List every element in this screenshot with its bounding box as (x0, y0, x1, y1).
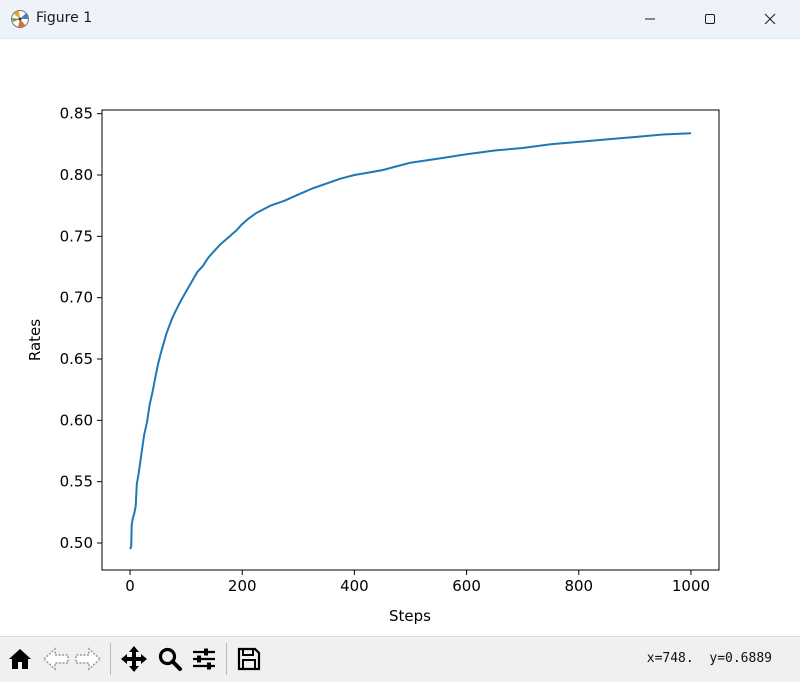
line-chart: 0 200 400 600 800 1000 0.500.550.600.650.700.… (26, 105, 720, 625)
save-button[interactable] (233, 643, 265, 675)
back-button[interactable] (40, 643, 72, 675)
home-button[interactable] (4, 643, 36, 675)
floppy-disk-icon (237, 647, 261, 671)
y-axis: 0.50 0.55 0.60 0.65 0.70 0.75 0.80 0.85 (60, 105, 102, 552)
magnifier-icon (158, 647, 182, 671)
home-icon (9, 649, 31, 669)
forward-button[interactable] (72, 643, 104, 675)
navigation-toolbar: x=748. y=0.6889 (0, 636, 800, 682)
y-tick-label: 0.80 (60, 166, 93, 184)
minimize-icon (645, 18, 655, 20)
window-title: Figure 1 (36, 10, 93, 26)
pan-button[interactable] (118, 643, 150, 675)
close-icon (764, 13, 776, 25)
matplotlib-icon (10, 9, 30, 29)
y-tick-label: 0.70 (60, 289, 93, 307)
configure-subplots-button[interactable] (188, 643, 220, 675)
y-tick-label: 0.65 (60, 350, 93, 368)
y-tick-label: 0.50 (60, 534, 93, 552)
plot-area (102, 110, 719, 570)
x-axis: 0 200 400 600 800 1000 (125, 570, 710, 595)
x-tick-label: 400 (340, 577, 369, 595)
cursor-y-readout: y=0.6889 (709, 651, 772, 666)
y-tick-label: 0.55 (60, 473, 93, 491)
x-tick-label: 800 (564, 577, 593, 595)
cursor-x-readout: x=748. (646, 651, 694, 666)
x-axis-label: Steps (389, 607, 431, 625)
y-axis-label: Rates (26, 319, 44, 361)
x-tick-label: 0 (125, 577, 135, 595)
arrow-right-icon (75, 647, 102, 671)
toolbar-separator (226, 643, 227, 675)
sliders-icon (193, 648, 215, 670)
close-button[interactable] (740, 0, 800, 38)
x-tick-label: 1000 (672, 577, 710, 595)
y-tick-label: 0.60 (60, 411, 93, 429)
figure-canvas[interactable]: 0 200 400 600 800 1000 0.50 0.55 0.60 0.65 0.70 0.… (0, 39, 800, 636)
arrow-left-icon (42, 647, 69, 671)
minimize-button[interactable] (620, 0, 680, 38)
cursor-coordinates: x=748. y=0.6889 (647, 651, 772, 666)
x-tick-label: 200 (228, 577, 257, 595)
y-tick-label: 0.85 (60, 105, 93, 123)
move-icon (121, 646, 147, 672)
toolbar-separator (110, 643, 111, 675)
zoom-button[interactable] (154, 643, 186, 675)
maximize-button[interactable] (680, 0, 740, 38)
maximize-icon (705, 14, 715, 24)
window-titlebar: Figure 1 (0, 0, 800, 39)
y-tick-label: 0.75 (60, 227, 93, 245)
x-tick-label: 600 (452, 577, 481, 595)
